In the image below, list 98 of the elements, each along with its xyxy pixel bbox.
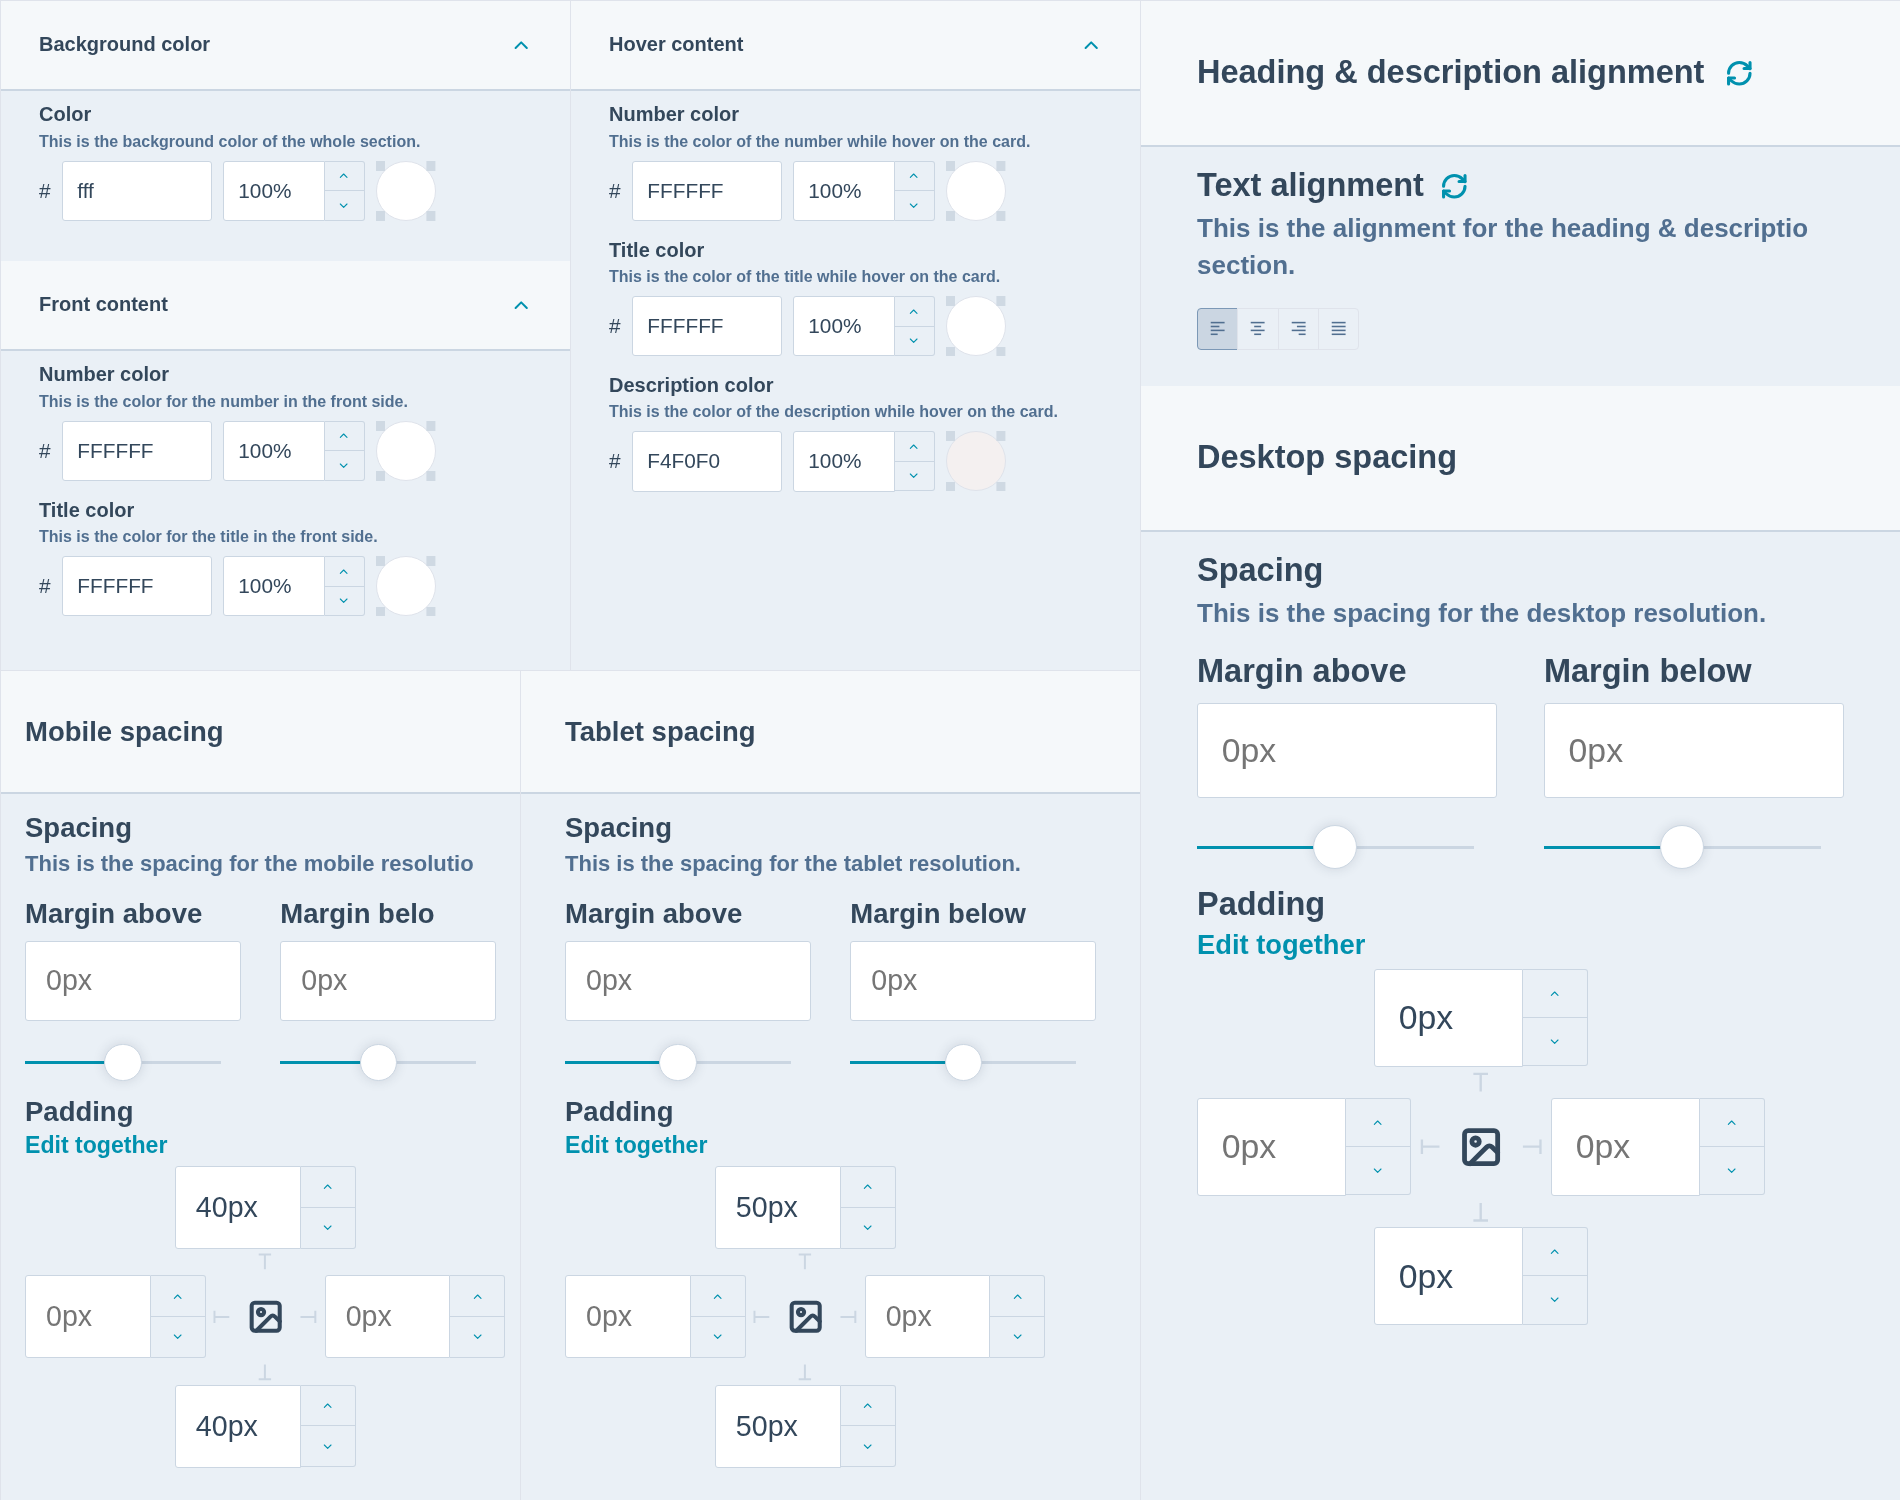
field-label: Title color	[609, 238, 706, 262]
margin-input[interactable]: 0px	[280, 940, 496, 1021]
section-title: Front content	[39, 293, 168, 317]
margin-label: Margin below	[850, 897, 1027, 930]
color-swatch[interactable]	[375, 421, 436, 481]
margin-input[interactable]: 0px	[850, 940, 1096, 1021]
margin-label: Margin above	[1197, 653, 1408, 691]
padding-input[interactable]: 50px	[714, 1166, 841, 1249]
opacity-input[interactable]: 100%	[222, 556, 325, 617]
field-description: This is the spacing for the mobile resolutio	[25, 850, 475, 879]
margin-input[interactable]: 0px	[565, 940, 811, 1021]
section-title: Heading & description alignment	[1197, 54, 1705, 92]
padding-input[interactable]: 40px	[174, 1384, 301, 1468]
color-swatch[interactable]	[375, 160, 436, 221]
hash-label: #	[609, 449, 621, 474]
field-label: Title color	[39, 498, 136, 522]
slider-thumb[interactable]	[104, 1043, 142, 1082]
margin-input[interactable]: 0px	[1543, 703, 1844, 798]
padding-input[interactable]: 0px	[864, 1275, 991, 1359]
hash-label: #	[39, 439, 51, 463]
section-header[interactable]: Mobile spacing	[1, 671, 520, 795]
align-button[interactable]	[1197, 308, 1239, 350]
field-label: Number color	[609, 103, 741, 127]
align-left-icon	[1209, 320, 1227, 338]
section-header[interactable]: Tablet spacing	[521, 671, 1140, 795]
field-label: Spacing	[1197, 552, 1325, 590]
margin-label: Margin above	[565, 897, 744, 930]
hash-label: #	[39, 574, 51, 599]
align-right-icon	[1289, 320, 1307, 338]
align-justify-icon	[1330, 320, 1348, 338]
field-description: This is the color for the title in the front side.	[39, 526, 379, 547]
field-description: This is the color of the description while hover on the card.	[609, 402, 1059, 423]
hash-label: #	[39, 178, 51, 203]
opacity-input[interactable]: 100%	[792, 296, 895, 357]
padding-input[interactable]: 0px	[1197, 1098, 1346, 1196]
align-center-icon	[1249, 320, 1267, 338]
section-title: Background color	[39, 33, 211, 57]
section-header[interactable]: Heading & description alignment	[1141, 1, 1900, 147]
margin-label: Margin belo	[280, 897, 436, 930]
opacity-input[interactable]: 100%	[792, 431, 895, 492]
padding-input[interactable]: 50px	[714, 1384, 841, 1468]
padding-input[interactable]: 0px	[1374, 1227, 1523, 1326]
padding-input[interactable]: 0px	[324, 1275, 451, 1359]
padding-input[interactable]: 0px	[25, 1275, 151, 1359]
padding-input[interactable]: 0px	[565, 1275, 691, 1359]
field-label: Padding	[565, 1095, 675, 1128]
color-swatch[interactable]	[945, 160, 1006, 221]
padding-input[interactable]: 0px	[1551, 1098, 1700, 1196]
hex-input[interactable]: FFFFFF	[631, 296, 782, 357]
field-label: Description color	[609, 373, 775, 397]
hash-label: #	[609, 178, 621, 203]
section-title: Mobile spacing	[25, 715, 224, 748]
opacity-input[interactable]: 100%	[792, 160, 895, 222]
hex-input[interactable]: F4F0F0	[631, 431, 782, 492]
padding-input[interactable]: 40px	[174, 1166, 301, 1249]
margin-input[interactable]: 0px	[25, 940, 241, 1021]
field-label: Padding	[25, 1095, 135, 1128]
field-label: Color	[39, 103, 93, 127]
section-header[interactable]: Front content	[1, 261, 570, 351]
field-description: This is the background color of the whole section.	[39, 131, 422, 152]
slider-thumb[interactable]	[944, 1043, 982, 1082]
field-description: This is the alignment for the heading & descriptio section.	[1197, 211, 1810, 283]
color-swatch[interactable]	[375, 556, 436, 617]
field-label: Text alignment	[1197, 167, 1424, 205]
margin-label: Margin above	[25, 897, 204, 930]
slider-thumb[interactable]	[359, 1043, 397, 1082]
section-title: Hover content	[609, 33, 744, 57]
field-label: Number color	[39, 363, 171, 387]
margin-input[interactable]: 0px	[1197, 703, 1498, 798]
field-label: Padding	[1197, 886, 1327, 924]
color-swatch[interactable]	[945, 431, 1006, 492]
color-swatch[interactable]	[945, 296, 1006, 357]
field-description: This is the spacing for the desktop resolution.	[1197, 596, 1768, 630]
slider-thumb[interactable]	[659, 1043, 697, 1082]
hex-input[interactable]: FFFFFF	[61, 556, 212, 617]
field-description: This is the color of the number while hover on the card.	[609, 131, 1032, 152]
opacity-input[interactable]: 100%	[222, 160, 325, 222]
hex-input[interactable]: fff	[61, 160, 212, 222]
section-header[interactable]: Hover content	[571, 1, 1140, 91]
slider-thumb[interactable]	[1660, 825, 1705, 870]
padding-input[interactable]: 0px	[1374, 968, 1523, 1067]
field-description: This is the color for the number in the front side.	[39, 391, 409, 412]
margin-label: Margin below	[1543, 653, 1753, 691]
hex-input[interactable]: FFFFFF	[631, 160, 782, 222]
section-title: Tablet spacing	[565, 715, 756, 748]
section-header[interactable]: Desktop spacing	[1141, 386, 1900, 532]
slider-thumb[interactable]	[1313, 825, 1358, 870]
hex-input[interactable]: FFFFFF	[61, 420, 212, 482]
section-title: Desktop spacing	[1197, 439, 1458, 477]
opacity-input[interactable]: 100%	[222, 420, 325, 482]
reset-icon[interactable]	[1439, 171, 1469, 201]
reset-icon[interactable]	[1725, 58, 1754, 88]
field-label: Spacing	[25, 811, 133, 844]
field-description: This is the spacing for the tablet resolution.	[565, 850, 1022, 879]
hash-label: #	[609, 314, 621, 339]
field-label: Spacing	[565, 811, 673, 844]
section-header[interactable]: Background color	[1, 1, 570, 91]
field-description: This is the color of the title while hover on the card.	[609, 266, 1002, 287]
